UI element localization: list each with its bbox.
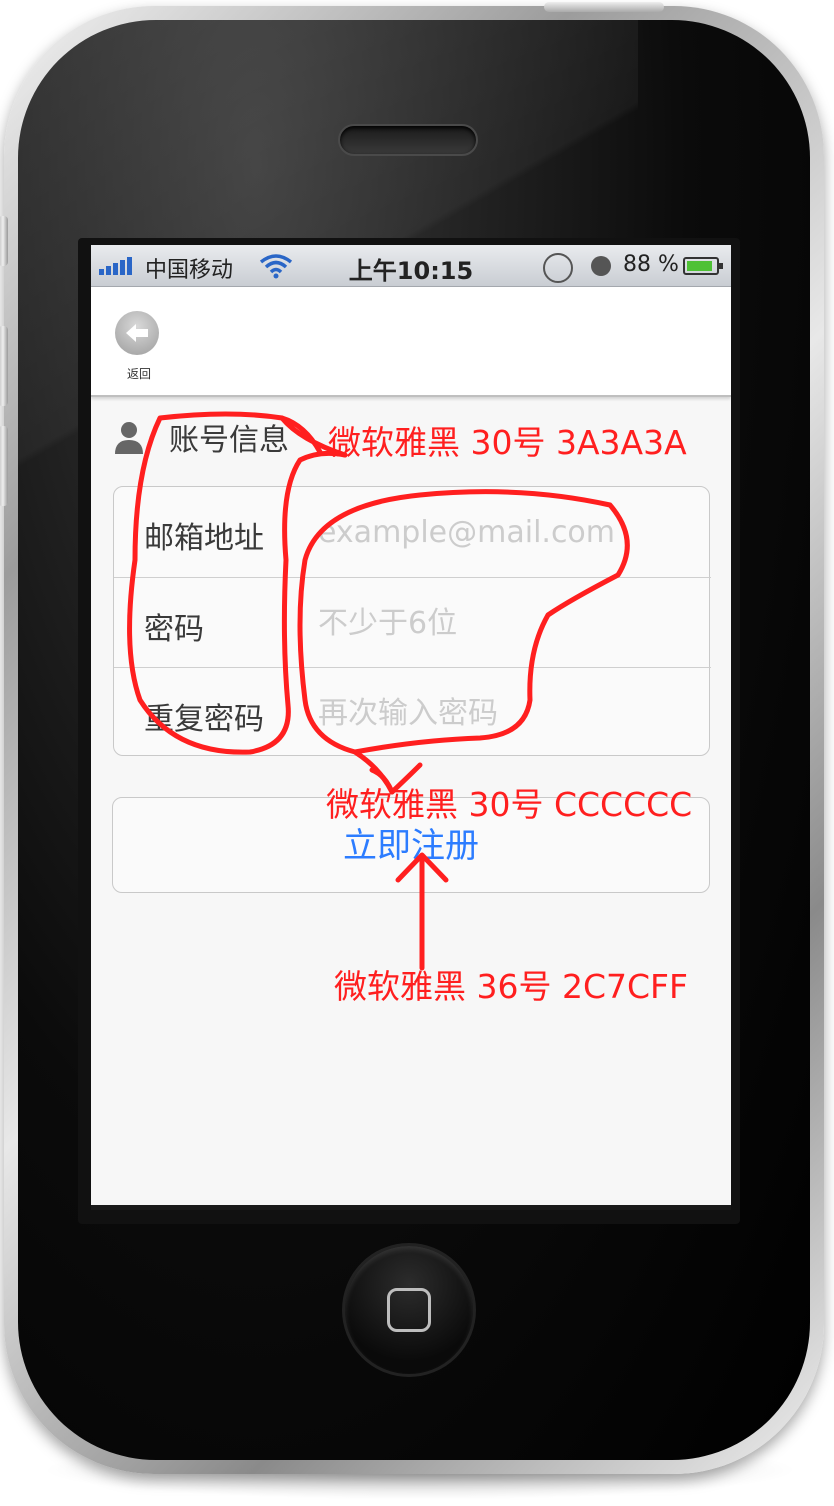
- user-icon: [115, 422, 143, 454]
- home-button[interactable]: [342, 1243, 476, 1377]
- button-font-note: 微软雅黑 36号 2C7CFF: [334, 967, 689, 1006]
- battery-icon: [683, 257, 723, 275]
- password-field[interactable]: [318, 600, 688, 646]
- section-header: 账号信息: [113, 417, 289, 458]
- volume-up-button[interactable]: [0, 326, 8, 406]
- confirm-password-field[interactable]: [318, 690, 688, 736]
- battery-fill: [687, 261, 712, 271]
- mute-switch[interactable]: [0, 216, 8, 266]
- back-label: 返回: [126, 367, 151, 381]
- back-circle: [115, 311, 159, 355]
- placeholder-font-note: 微软雅黑 30号 CCCCCC: [326, 785, 693, 824]
- label-font-note: 微软雅黑 30号 3A3A3A: [328, 423, 687, 462]
- alarm-icon: [591, 256, 611, 276]
- phone-screen: 中国移动 上午10:15 88 % 返回 账号信息 邮箱地址 example@m…: [91, 245, 731, 1210]
- home-button-icon: [387, 1288, 431, 1332]
- rotation-lock-icon: [543, 253, 573, 283]
- password-row: 密码: [114, 577, 711, 667]
- section-title: 账号信息: [169, 423, 289, 458]
- back-button[interactable]: 返回: [113, 311, 165, 385]
- battery-percent: 88 %: [623, 252, 679, 277]
- status-bar: 中国移动 上午10:15 88 %: [91, 245, 731, 287]
- confirm-password-row: 重复密码: [114, 667, 711, 757]
- screen-bottom-edge: [91, 1205, 731, 1210]
- account-form: 邮箱地址 密码 重复密码: [113, 486, 711, 757]
- email-field[interactable]: [318, 509, 688, 555]
- password-label: 密码: [144, 612, 204, 647]
- confirm-password-label: 重复密码: [144, 702, 264, 737]
- email-row: 邮箱地址: [114, 487, 711, 577]
- earpiece-speaker: [338, 124, 478, 156]
- volume-down-button[interactable]: [0, 426, 8, 506]
- back-arrow-icon: [126, 324, 148, 342]
- power-button[interactable]: [544, 2, 664, 12]
- email-label: 邮箱地址: [144, 521, 264, 556]
- nav-bar: 返回: [91, 287, 731, 397]
